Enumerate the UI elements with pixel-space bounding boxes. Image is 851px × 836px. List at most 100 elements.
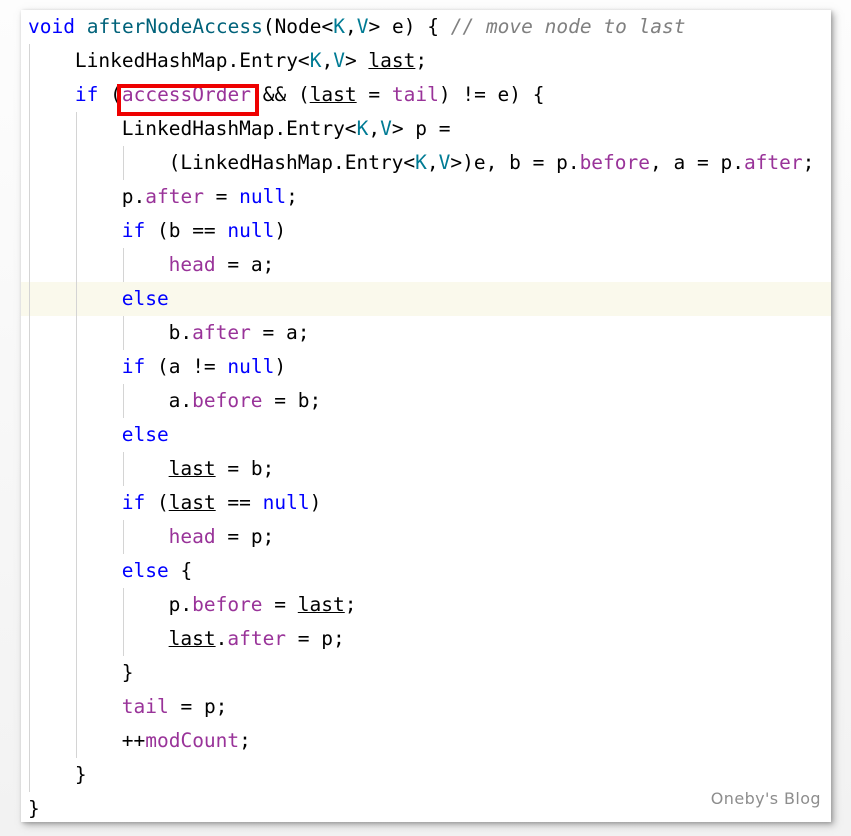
- code-line[interactable]: (LinkedHashMap.Entry<K,V>)e, b = p.befor…: [21, 146, 831, 180]
- code-line-text: tail = p;: [122, 695, 228, 718]
- code-token-field: modCount: [145, 729, 240, 752]
- code-token-plain: ;: [802, 151, 815, 174]
- code-line[interactable]: if (last == null): [21, 486, 831, 520]
- code-token-generic: K: [309, 49, 322, 72]
- code-token-plain: ,: [426, 151, 439, 174]
- code-token-local: last: [168, 457, 216, 480]
- indent-guide: [75, 486, 77, 520]
- code-token-plain: =: [262, 593, 298, 616]
- code-line-text: }: [28, 797, 40, 820]
- code-token-plain: .: [215, 627, 228, 650]
- code-token-kw: null: [239, 185, 287, 208]
- code-line[interactable]: tail = p;: [21, 690, 831, 724]
- code-token-plain: && (: [250, 83, 310, 106]
- code-token-plain: ;: [415, 49, 428, 72]
- code-token-field: before: [192, 593, 263, 616]
- indent-guide: [122, 316, 124, 350]
- indent-guide: [29, 112, 30, 146]
- code-token-plain: }: [74, 763, 87, 786]
- code-line[interactable]: else: [21, 282, 831, 316]
- code-token-local: last: [297, 593, 345, 616]
- indent-guide: [29, 78, 30, 112]
- code-line[interactable]: last = b;: [21, 452, 831, 486]
- code-line[interactable]: head = a;: [21, 248, 831, 282]
- indent-guide: [75, 112, 77, 146]
- code-token-plain: >)e, b = p.: [450, 151, 580, 174]
- code-line-text: head = p;: [169, 525, 275, 548]
- code-line[interactable]: else: [21, 418, 831, 452]
- code-token-plain: p.: [168, 593, 193, 616]
- indent-guide: [29, 384, 30, 418]
- code-token-plain: = p;: [286, 627, 345, 650]
- code-token-plain: (: [145, 491, 169, 514]
- code-line[interactable]: a.before = b;: [21, 384, 831, 418]
- code-token-generic: V: [333, 49, 345, 72]
- indent-guide: [122, 248, 124, 282]
- indent-guide: [29, 486, 30, 520]
- indent-guide: [29, 554, 30, 588]
- code-line[interactable]: if (b == null): [21, 214, 831, 248]
- code-token-plain: {: [168, 559, 193, 582]
- code-token-plain: ) != e) {: [438, 83, 545, 106]
- indent-guide: [29, 690, 30, 724]
- code-token-plain: (b ==: [145, 219, 228, 242]
- code-line[interactable]: if (a != null): [21, 350, 831, 384]
- code-token-plain: (a !=: [145, 355, 228, 378]
- code-token-plain: =: [203, 185, 240, 208]
- code-line-text: void afterNodeAccess(Node<K,V> e) { // m…: [28, 15, 686, 38]
- code-token-kw: null: [227, 355, 275, 378]
- code-token-plain: > e) {: [368, 15, 451, 38]
- code-line[interactable]: }: [21, 656, 831, 690]
- code-token-plain: a.: [168, 389, 193, 412]
- code-line-text: last = b;: [169, 457, 275, 480]
- code-token-field: after: [227, 627, 287, 650]
- code-line-text: a.before = b;: [169, 389, 322, 412]
- indent-guide: [29, 758, 30, 792]
- code-line[interactable]: last.after = p;: [21, 622, 831, 656]
- code-token-kw: else: [121, 287, 169, 310]
- indent-guide: [75, 316, 77, 350]
- code-line-text: p.after = null;: [122, 185, 298, 208]
- indent-guide: [75, 690, 77, 724]
- code-line[interactable]: }: [21, 792, 831, 822]
- code-line[interactable]: p.after = null;: [21, 180, 831, 214]
- indent-guide: [29, 146, 30, 180]
- indent-guide: [122, 588, 124, 622]
- indent-guide: [75, 146, 77, 180]
- code-line-text: else: [122, 287, 169, 310]
- code-token-kw: else: [121, 559, 169, 582]
- indent-guide: [122, 622, 124, 656]
- code-token-plain: ;: [344, 593, 357, 616]
- code-line[interactable]: b.after = a;: [21, 316, 831, 350]
- code-token-plain: = p;: [168, 695, 228, 718]
- code-token-comment: // move node to last: [450, 15, 686, 38]
- indent-guide: [75, 350, 77, 384]
- code-line[interactable]: ++modCount;: [21, 724, 831, 758]
- code-line[interactable]: head = p;: [21, 520, 831, 554]
- code-line[interactable]: LinkedHashMap.Entry<K,V> p =: [21, 112, 831, 146]
- code-line[interactable]: else {: [21, 554, 831, 588]
- code-line[interactable]: p.before = last;: [21, 588, 831, 622]
- indent-guide: [75, 452, 77, 486]
- watermark-label: Oneby's Blog: [710, 789, 821, 808]
- indent-guide: [75, 180, 77, 214]
- indent-guide: [122, 520, 124, 554]
- indent-guide: [75, 418, 77, 452]
- indent-guide: [122, 146, 124, 180]
- indent-guide: [75, 384, 77, 418]
- code-editor[interactable]: void afterNodeAccess(Node<K,V> e) { // m…: [21, 10, 831, 822]
- code-line-text: (LinkedHashMap.Entry<K,V>)e, b = p.befor…: [169, 151, 815, 174]
- code-line-text: }: [75, 763, 87, 786]
- code-token-plain: >: [344, 49, 369, 72]
- code-line-text: }: [122, 661, 134, 684]
- code-token-plain: ,: [345, 15, 357, 38]
- code-line[interactable]: if (accessOrder && (last = tail) != e) {: [21, 78, 831, 112]
- code-line[interactable]: void afterNodeAccess(Node<K,V> e) { // m…: [21, 10, 831, 44]
- code-token-kw: if: [121, 355, 146, 378]
- indent-guide: [75, 656, 77, 690]
- code-token-field: head: [168, 525, 216, 548]
- code-line[interactable]: }: [21, 758, 831, 792]
- code-token-kw: null: [227, 219, 275, 242]
- code-token-plain: ,: [321, 49, 334, 72]
- code-line[interactable]: LinkedHashMap.Entry<K,V> last;: [21, 44, 831, 78]
